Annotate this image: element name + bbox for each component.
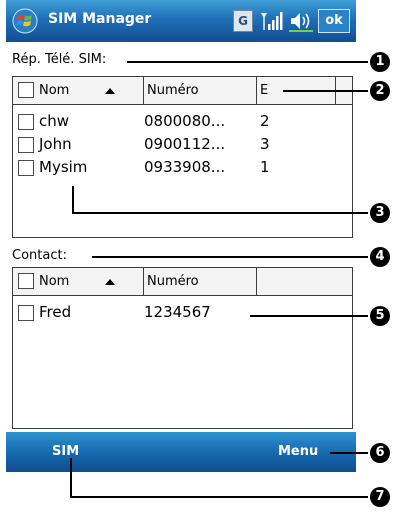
sim-softkey[interactable]: SIM: [52, 444, 79, 459]
row-checkbox[interactable]: [18, 137, 34, 153]
callout-line-3a: [72, 186, 74, 214]
signal-icon[interactable]: [259, 10, 283, 32]
contact-name: chw: [39, 112, 70, 130]
callout-line-3b: [72, 212, 368, 214]
sim-manager-screen: SIM Manager G ok Rép. Télé. SIM: Nom Num…: [6, 0, 356, 472]
title-bar: SIM Manager G ok: [6, 0, 356, 42]
sim-index: 3: [260, 135, 270, 153]
contact-name: John: [39, 135, 72, 153]
sort-ascending-icon: [105, 88, 115, 94]
ok-button[interactable]: ok: [318, 9, 350, 33]
sim-phonebook-label: Rép. Télé. SIM:: [12, 52, 107, 67]
contact-column-name-label: Nom: [39, 274, 70, 289]
row-checkbox[interactable]: [18, 114, 34, 130]
callout-number-7: 7: [370, 487, 390, 507]
callout-line-7b: [70, 496, 368, 498]
contact-name: Mysim: [39, 158, 88, 176]
sim-index: 2: [260, 112, 270, 130]
callout-number-4: 4: [370, 247, 390, 267]
contact-number: 0800080...: [144, 112, 226, 130]
callout-number-1: 1: [370, 52, 390, 72]
app-title: SIM Manager: [48, 11, 152, 27]
callout-line-7a: [70, 458, 72, 498]
callout-number-3: 3: [370, 203, 390, 223]
contact-label: Contact:: [12, 248, 67, 263]
callout-number-2: 2: [370, 81, 390, 101]
windows-start-icon[interactable]: [12, 8, 38, 34]
contact-name: Fred: [39, 303, 72, 321]
table-row[interactable]: chw 0800080... 2: [13, 111, 352, 133]
sim-column-name-label: Nom: [39, 83, 70, 98]
callout-line-6: [330, 452, 368, 454]
contact-select-all-checkbox[interactable]: [18, 273, 34, 289]
table-row[interactable]: Fred 1234567: [13, 302, 352, 324]
row-checkbox[interactable]: [18, 160, 34, 176]
contact-list-header: Nom Numéro: [13, 268, 352, 296]
callout-line-1: [127, 61, 368, 63]
contact-column-empty: [257, 268, 353, 295]
callout-line-5: [250, 315, 368, 317]
callout-number-5: 5: [370, 306, 390, 326]
volume-icon[interactable]: [289, 10, 313, 32]
sim-select-all-checkbox[interactable]: [18, 82, 34, 98]
row-checkbox[interactable]: [18, 305, 34, 321]
sim-column-number[interactable]: Numéro: [144, 77, 257, 104]
contact-number: 1234567: [144, 303, 211, 321]
contact-column-number[interactable]: Numéro: [144, 268, 257, 295]
sim-column-name[interactable]: Nom: [13, 77, 144, 104]
table-row[interactable]: John 0900112... 3: [13, 134, 352, 156]
sim-index: 1: [260, 158, 270, 176]
network-type-icon[interactable]: G: [233, 10, 253, 32]
contact-number: 0900112...: [144, 135, 226, 153]
menu-softkey[interactable]: Menu: [278, 444, 318, 459]
callout-line-4: [92, 256, 368, 258]
callout-line-2: [283, 90, 368, 92]
table-row[interactable]: Mysim 0933908... 1: [13, 157, 352, 179]
menu-bar: SIM Menu: [6, 432, 356, 472]
contact-column-name[interactable]: Nom: [13, 268, 144, 295]
callout-number-6: 6: [370, 443, 390, 463]
sort-ascending-icon: [105, 279, 115, 285]
contact-number: 0933908...: [144, 158, 226, 176]
device-contact-list[interactable]: Nom Numéro Fred 1234567: [12, 267, 353, 429]
